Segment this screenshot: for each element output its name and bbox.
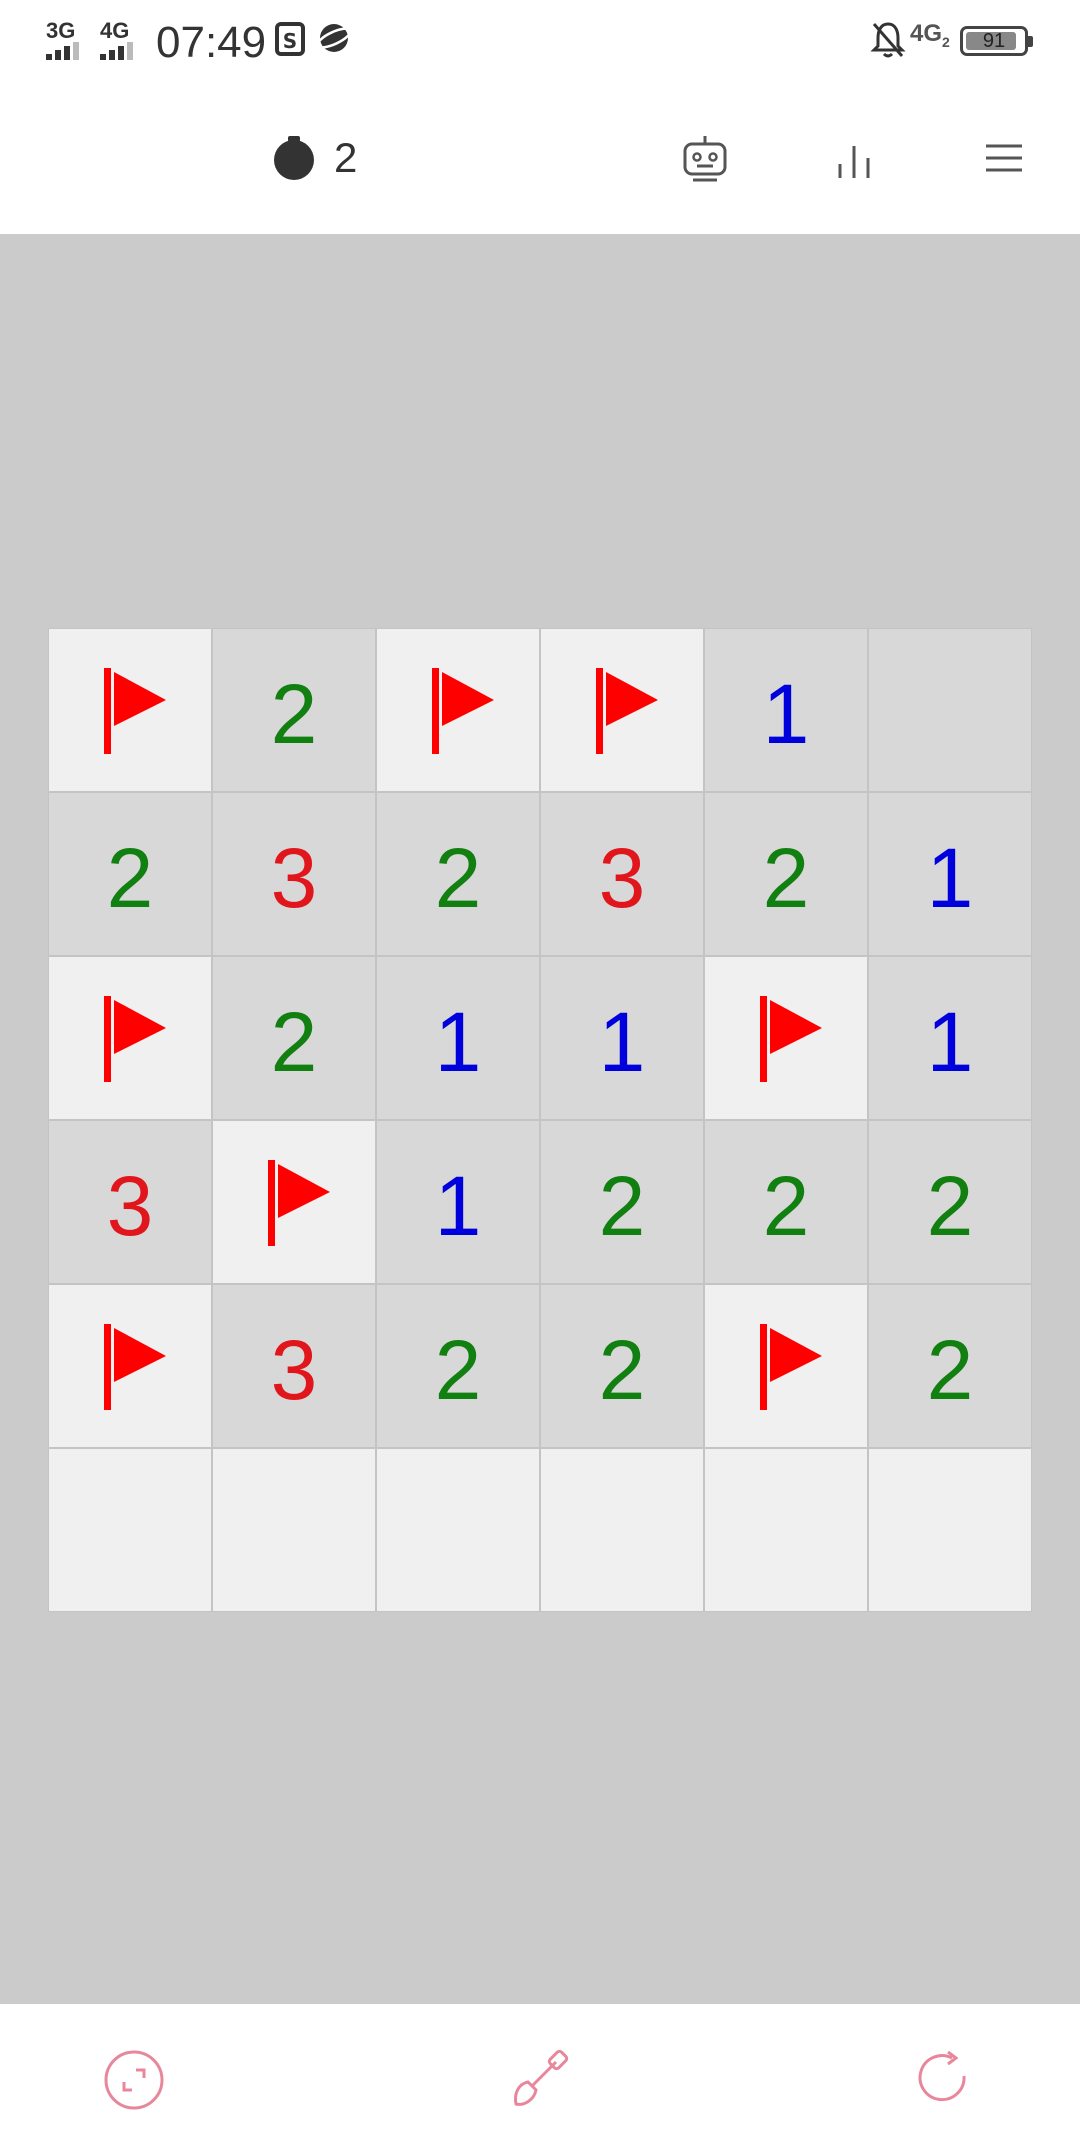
stats-icon — [838, 146, 870, 178]
cell-number: 1 — [434, 995, 482, 1089]
cell-number: 3 — [270, 831, 318, 925]
network-type-label: 4G2 — [910, 20, 950, 50]
statistics-button[interactable] — [822, 126, 886, 190]
flagged-cell[interactable] — [540, 628, 704, 792]
svg-text:S: S — [283, 29, 297, 53]
mines-remaining-counter: 2 — [334, 134, 358, 181]
cell-number: 2 — [598, 1323, 646, 1417]
number-cell[interactable]: 2 — [48, 792, 212, 956]
number-cell[interactable]: 2 — [540, 1120, 704, 1284]
flag-icon — [104, 996, 166, 1082]
cell-number: 1 — [598, 995, 646, 1089]
signal-4g: 4G — [100, 18, 144, 60]
cell-number: 1 — [762, 667, 810, 761]
cell-number: 2 — [106, 831, 154, 925]
unrevealed-cell[interactable] — [868, 1448, 1032, 1612]
shovel-icon — [514, 2049, 569, 2106]
cell-number: 2 — [598, 1159, 646, 1253]
number-cell[interactable]: 1 — [868, 792, 1032, 956]
restart-button[interactable] — [908, 2044, 980, 2116]
number-cell[interactable]: 1 — [376, 956, 540, 1120]
cell-number: 1 — [926, 831, 974, 925]
flag-icon — [596, 668, 658, 754]
flagged-cell[interactable] — [704, 1284, 868, 1448]
flagged-cell[interactable] — [48, 628, 212, 792]
restart-icon — [918, 2050, 966, 2102]
cell-number: 2 — [926, 1159, 974, 1253]
unrevealed-cell[interactable] — [48, 1448, 212, 1612]
number-cell[interactable]: 2 — [212, 628, 376, 792]
minesweeper-board: 2 1 2 3 2 3 2 1 2 1 1 1 3 1 2 2 2 3 2 2 2 — [48, 628, 1032, 1612]
flagged-cell[interactable] — [48, 956, 212, 1120]
flag-icon — [104, 668, 166, 754]
flagged-cell[interactable] — [376, 628, 540, 792]
flag-icon — [268, 1160, 330, 1246]
auto-solve-button[interactable] — [673, 126, 737, 190]
signal-bars-icon — [100, 40, 144, 60]
flagged-cell[interactable] — [48, 1284, 212, 1448]
flag-icon — [104, 1324, 166, 1410]
number-cell[interactable]: 3 — [540, 792, 704, 956]
number-cell[interactable]: 1 — [540, 956, 704, 1120]
cell-number: 2 — [270, 667, 318, 761]
cell-number: 2 — [270, 995, 318, 1089]
flag-icon — [760, 1324, 822, 1410]
flagged-cell[interactable] — [212, 1120, 376, 1284]
number-cell[interactable]: 2 — [704, 1120, 868, 1284]
number-cell[interactable]: 3 — [212, 1284, 376, 1448]
cell-number: 2 — [434, 831, 482, 925]
signal-bars-icon — [46, 40, 90, 60]
app-toolbar: 2 — [0, 86, 1080, 234]
robot-icon — [683, 136, 727, 182]
browser-icon — [316, 24, 352, 52]
number-cell[interactable]: 1 — [704, 628, 868, 792]
screenshot-icon: S — [275, 22, 305, 56]
number-cell[interactable]: 3 — [48, 1120, 212, 1284]
number-cell[interactable]: 2 — [376, 1284, 540, 1448]
number-cell[interactable]: 2 — [376, 792, 540, 956]
cell-number: 2 — [762, 1159, 810, 1253]
number-cell[interactable]: 2 — [868, 1284, 1032, 1448]
number-cell[interactable]: 1 — [868, 956, 1032, 1120]
battery-level: 91 — [982, 30, 1006, 52]
dig-mode-button[interactable] — [504, 2044, 576, 2116]
bell-off-icon — [870, 22, 906, 58]
unrevealed-cell[interactable] — [376, 1448, 540, 1612]
cell-number: 3 — [270, 1323, 318, 1417]
fullscreen-icon — [104, 2050, 164, 2110]
unrevealed-cell[interactable] — [540, 1448, 704, 1612]
cell-number: 3 — [598, 831, 646, 925]
flagged-cell[interactable] — [704, 956, 868, 1120]
unrevealed-cell[interactable] — [704, 1448, 868, 1612]
empty-cell[interactable] — [868, 628, 1032, 792]
number-cell[interactable]: 2 — [868, 1120, 1032, 1284]
menu-button[interactable] — [972, 126, 1036, 190]
flag-icon — [760, 996, 822, 1082]
battery-icon: 91 — [960, 26, 1033, 56]
menu-icon — [986, 144, 1022, 172]
number-cell[interactable]: 2 — [704, 792, 868, 956]
clock: 07:49 — [156, 18, 267, 67]
number-cell[interactable]: 2 — [212, 956, 376, 1120]
bottom-bar — [0, 2004, 1080, 2154]
number-cell[interactable]: 2 — [540, 1284, 704, 1448]
signal-3g: 3G — [46, 18, 90, 60]
cell-number: 1 — [434, 1159, 482, 1253]
fullscreen-button[interactable] — [98, 2044, 170, 2116]
unrevealed-cell[interactable] — [212, 1448, 376, 1612]
number-cell[interactable]: 3 — [212, 792, 376, 956]
cell-number: 2 — [926, 1323, 974, 1417]
number-cell[interactable]: 1 — [376, 1120, 540, 1284]
flag-icon — [432, 668, 494, 754]
mine-icon — [274, 136, 314, 180]
cell-number: 3 — [106, 1159, 154, 1253]
cell-number: 2 — [434, 1323, 482, 1417]
cell-number: 2 — [762, 831, 810, 925]
status-bar: 3G 4G 07:49 S 4G2 91 — [0, 0, 1080, 86]
cell-number: 1 — [926, 995, 974, 1089]
